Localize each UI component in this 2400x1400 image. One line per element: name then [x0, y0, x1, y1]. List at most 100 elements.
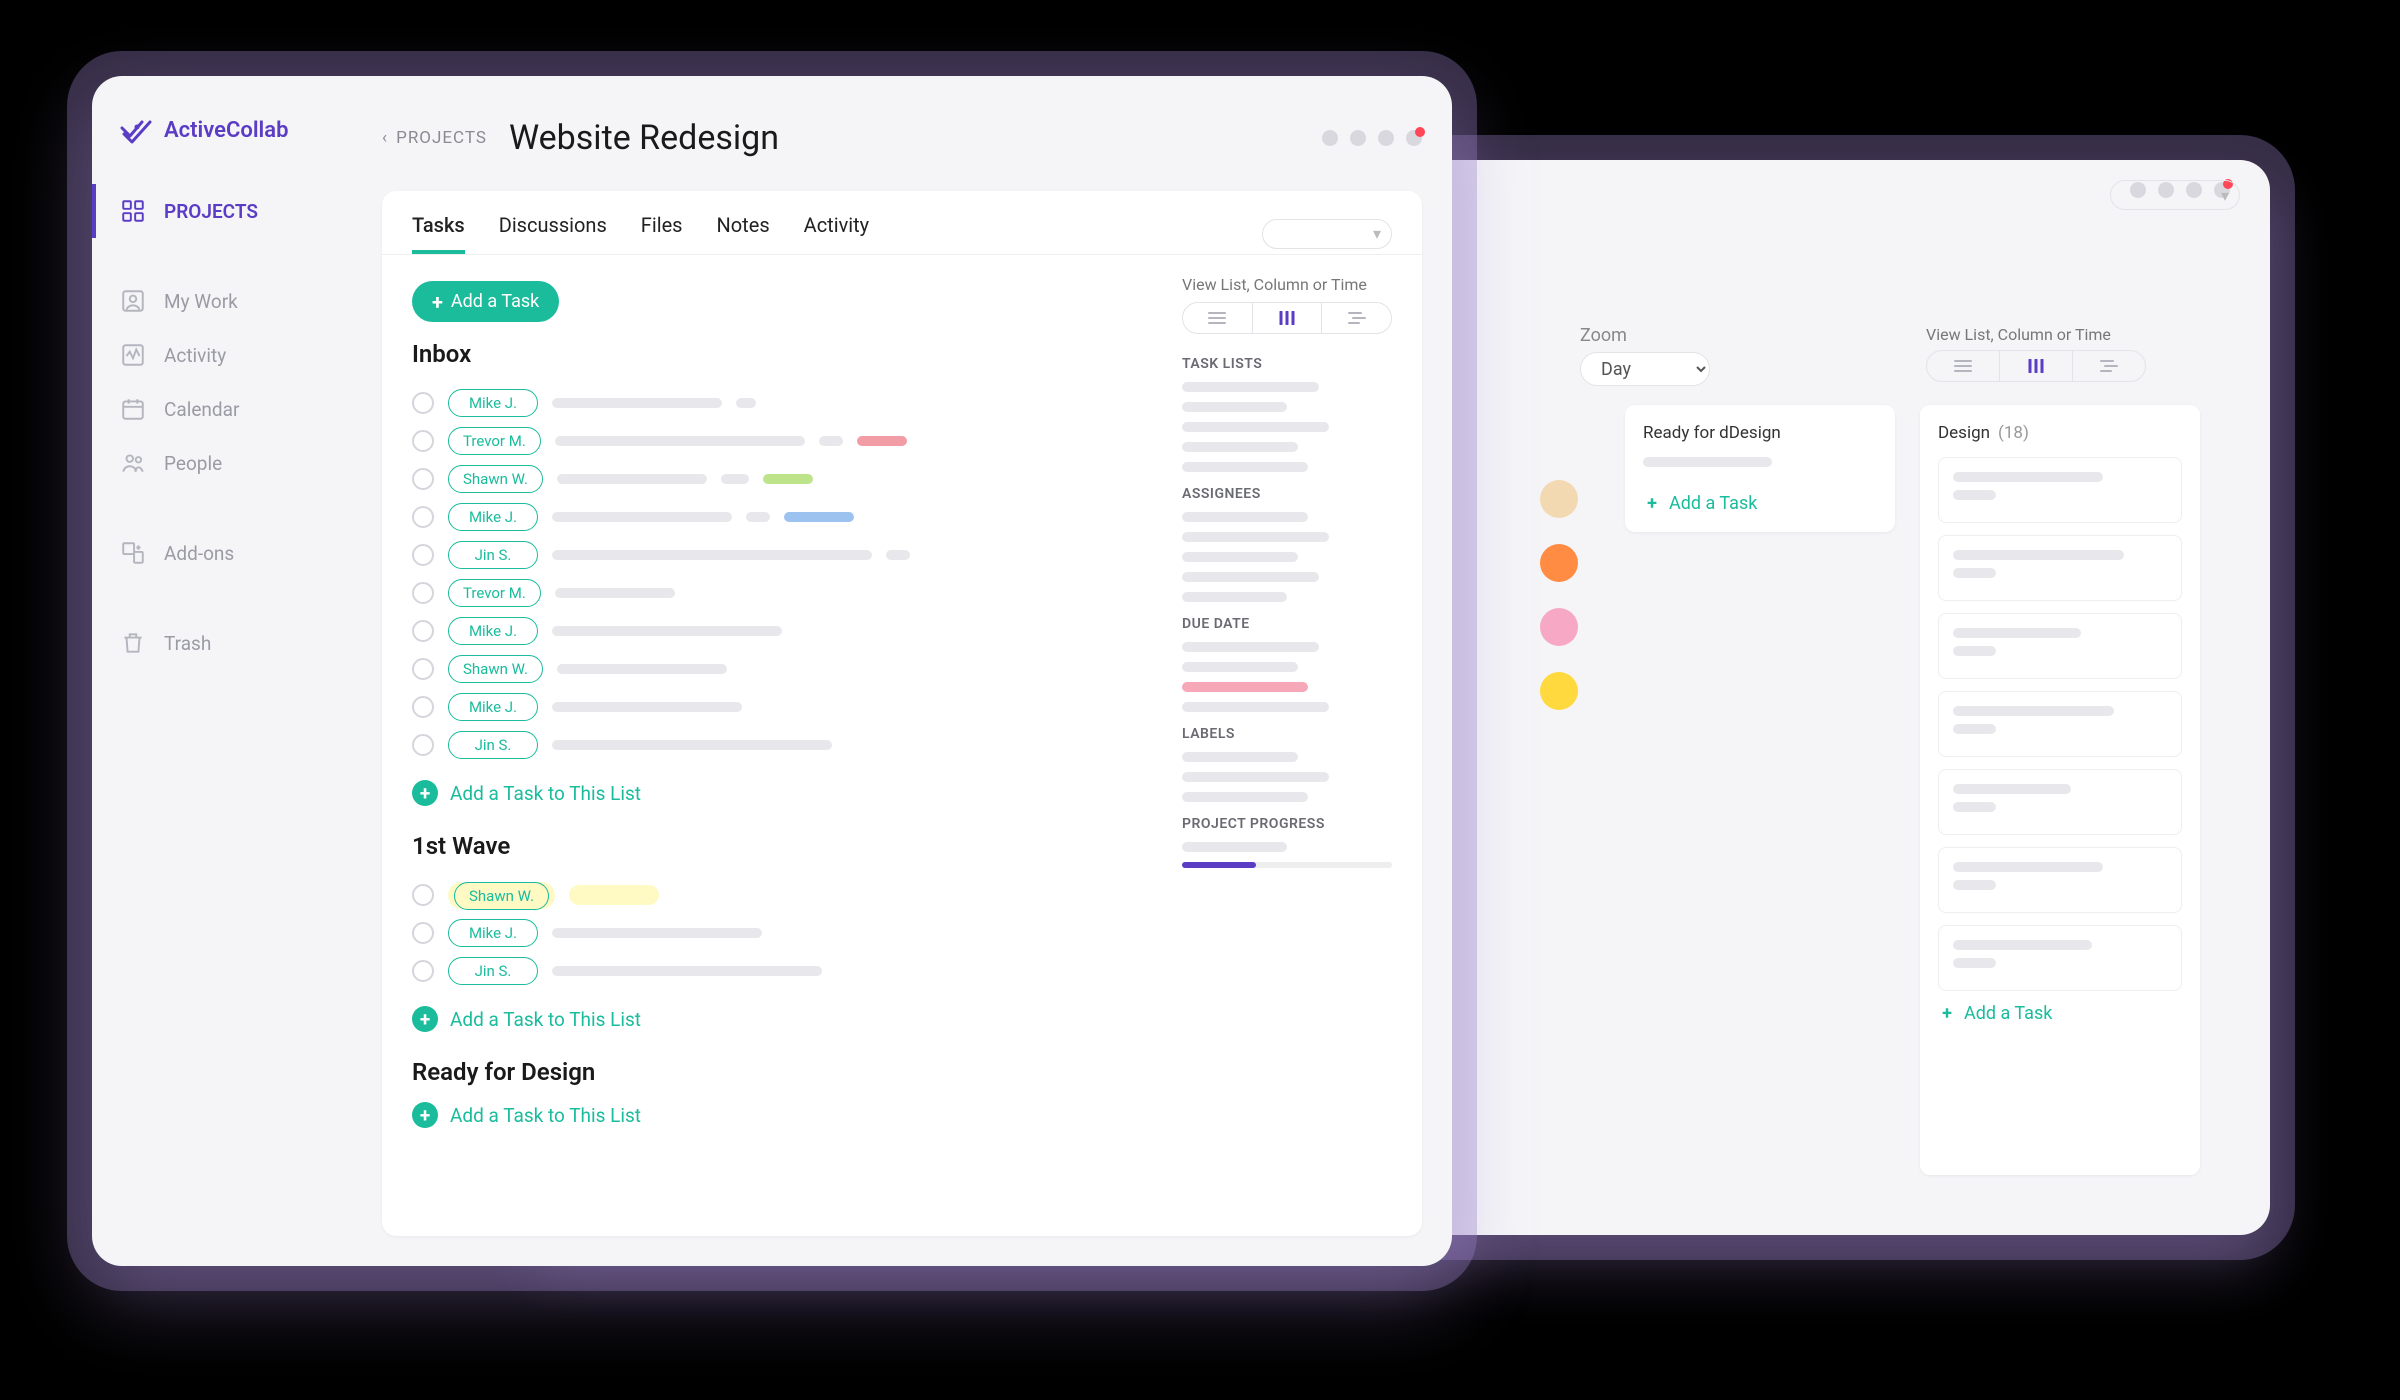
- task-row[interactable]: Jin S.: [412, 952, 1142, 990]
- task-row[interactable]: Mike J.: [412, 914, 1142, 952]
- add-task-link[interactable]: +Add a Task: [1643, 493, 1877, 514]
- task-checkbox[interactable]: [412, 658, 434, 680]
- side-heading-labels: LABELS: [1182, 726, 1392, 742]
- window-control-dot: [1322, 130, 1338, 146]
- chevron-left-icon: ‹: [382, 128, 388, 148]
- sidebar-item-projects[interactable]: PROJECTS: [92, 184, 352, 238]
- avatar[interactable]: [1540, 672, 1578, 710]
- task-row[interactable]: Shawn W.: [412, 460, 1142, 498]
- view-list-icon[interactable]: [1927, 351, 2000, 381]
- tab-discussions[interactable]: Discussions: [499, 213, 607, 254]
- task-checkbox[interactable]: [412, 960, 434, 982]
- window-control-dot: [1350, 130, 1366, 146]
- add-task-to-list[interactable]: +Add a Task to This List: [412, 780, 1142, 806]
- assignee-pill[interactable]: Jin S.: [448, 541, 538, 569]
- view-time-icon[interactable]: [2073, 351, 2145, 381]
- sidebar: ActiveCollab PROJECTS My Work Activity C…: [92, 76, 352, 1266]
- sidebar-item-calendar[interactable]: Calendar: [92, 382, 352, 436]
- task-row[interactable]: Trevor M.: [412, 574, 1142, 612]
- view-mode-label: View List, Column or Time: [1182, 275, 1392, 294]
- tab-tasks[interactable]: Tasks: [412, 213, 465, 254]
- task-row[interactable]: Mike J.: [412, 612, 1142, 650]
- assignee-pill[interactable]: Trevor M.: [448, 579, 541, 607]
- task-checkbox[interactable]: [412, 884, 434, 906]
- view-mode-segmented[interactable]: [1182, 302, 1392, 334]
- tab-selector[interactable]: ▾: [1262, 219, 1392, 249]
- add-task-link[interactable]: +Add a Task: [1938, 1003, 2182, 1024]
- zoom-select[interactable]: Day: [1580, 352, 1710, 386]
- column-title: Design: [1938, 423, 1990, 443]
- project-progress-bar: [1182, 862, 1392, 868]
- column-title: Ready for dDesign: [1643, 423, 1781, 443]
- avatar[interactable]: [1540, 480, 1578, 518]
- assignee-pill[interactable]: Shawn W.: [454, 882, 549, 910]
- assignee-pill[interactable]: Mike J.: [448, 389, 538, 417]
- assignee-pill[interactable]: Trevor M.: [448, 427, 541, 455]
- list-heading-wave1: 1st Wave: [412, 832, 1142, 860]
- sidebar-item-label: Calendar: [164, 398, 239, 421]
- task-checkbox[interactable]: [412, 468, 434, 490]
- content-sheet: Tasks Discussions Files Notes Activity ▾…: [382, 191, 1422, 1236]
- task-checkbox[interactable]: [412, 734, 434, 756]
- brand-logo[interactable]: ActiveCollab: [120, 116, 352, 144]
- view-mode-segmented[interactable]: [1926, 350, 2146, 382]
- task-checkbox[interactable]: [412, 392, 434, 414]
- window-control-dot-notification: [1406, 130, 1422, 146]
- sidebar-item-label: Add-ons: [164, 542, 234, 565]
- task-row[interactable]: Mike J.: [412, 498, 1142, 536]
- sidebar-item-trash[interactable]: Trash: [92, 616, 352, 670]
- zoom-control: Zoom Day: [1580, 325, 1710, 386]
- add-task-button[interactable]: +Add a Task: [412, 281, 559, 322]
- assignee-pill[interactable]: Mike J.: [448, 919, 538, 947]
- sidebar-item-people[interactable]: People: [92, 436, 352, 490]
- task-checkbox[interactable]: [412, 922, 434, 944]
- assignee-pill[interactable]: Mike J.: [448, 693, 538, 721]
- add-task-to-list[interactable]: +Add a Task to This List: [412, 1006, 1142, 1032]
- task-row[interactable]: Mike J.: [412, 384, 1142, 422]
- tab-activity[interactable]: Activity: [804, 213, 869, 254]
- assignee-avatar-column: [1540, 480, 1578, 710]
- sidebar-item-label: Trash: [164, 632, 211, 655]
- sidebar-item-mywork[interactable]: My Work: [92, 274, 352, 328]
- column-count: (18): [1998, 423, 2029, 443]
- view-column-icon[interactable]: [1253, 303, 1323, 333]
- add-task-to-list[interactable]: +Add a Task to This List: [412, 1102, 1142, 1128]
- brand-name: ActiveCollab: [164, 118, 288, 143]
- sidebar-item-addons[interactable]: Add-ons: [92, 526, 352, 580]
- assignee-pill[interactable]: Mike J.: [448, 617, 538, 645]
- task-row[interactable]: Mike J.: [412, 688, 1142, 726]
- sidebar-item-activity[interactable]: Activity: [92, 328, 352, 382]
- task-checkbox[interactable]: [412, 506, 434, 528]
- assignee-pill[interactable]: Mike J.: [448, 503, 538, 531]
- avatar[interactable]: [1540, 608, 1578, 646]
- task-row[interactable]: Shawn W.: [412, 650, 1142, 688]
- assignee-pill[interactable]: Shawn W.: [448, 465, 543, 493]
- task-side-panel: View List, Column or Time TASK LISTS ASS…: [1172, 255, 1422, 1236]
- tab-files[interactable]: Files: [641, 213, 683, 254]
- view-list-icon[interactable]: [1183, 303, 1253, 333]
- view-time-icon[interactable]: [1322, 303, 1391, 333]
- task-checkbox[interactable]: [412, 582, 434, 604]
- tab-notes[interactable]: Notes: [717, 213, 770, 254]
- task-checkbox[interactable]: [412, 696, 434, 718]
- avatar[interactable]: [1540, 544, 1578, 582]
- assignee-pill[interactable]: Jin S.: [448, 957, 538, 985]
- breadcrumb[interactable]: ‹ PROJECTS: [382, 128, 487, 148]
- side-heading-duedate: DUE DATE: [1182, 616, 1392, 632]
- task-checkbox[interactable]: [412, 430, 434, 452]
- kanban-column-design: Design (18) +Add a Task: [1920, 405, 2200, 1175]
- task-row[interactable]: Jin S.: [412, 726, 1142, 764]
- task-row[interactable]: Trevor M.: [412, 422, 1142, 460]
- view-column-icon[interactable]: [2000, 351, 2073, 381]
- assignee-pill[interactable]: Jin S.: [448, 731, 538, 759]
- task-row[interactable]: Shawn W.: [412, 876, 1142, 914]
- toolbar-selector[interactable]: ▾: [2110, 180, 2240, 210]
- task-checkbox[interactable]: [412, 620, 434, 642]
- task-checkbox[interactable]: [412, 544, 434, 566]
- tab-bar: Tasks Discussions Files Notes Activity ▾: [382, 191, 1422, 255]
- sidebar-item-label: My Work: [164, 290, 238, 313]
- breadcrumb-label: PROJECTS: [396, 128, 487, 148]
- assignee-pill[interactable]: Shawn W.: [448, 655, 543, 683]
- sidebar-item-label: PROJECTS: [164, 200, 258, 223]
- task-row[interactable]: Jin S.: [412, 536, 1142, 574]
